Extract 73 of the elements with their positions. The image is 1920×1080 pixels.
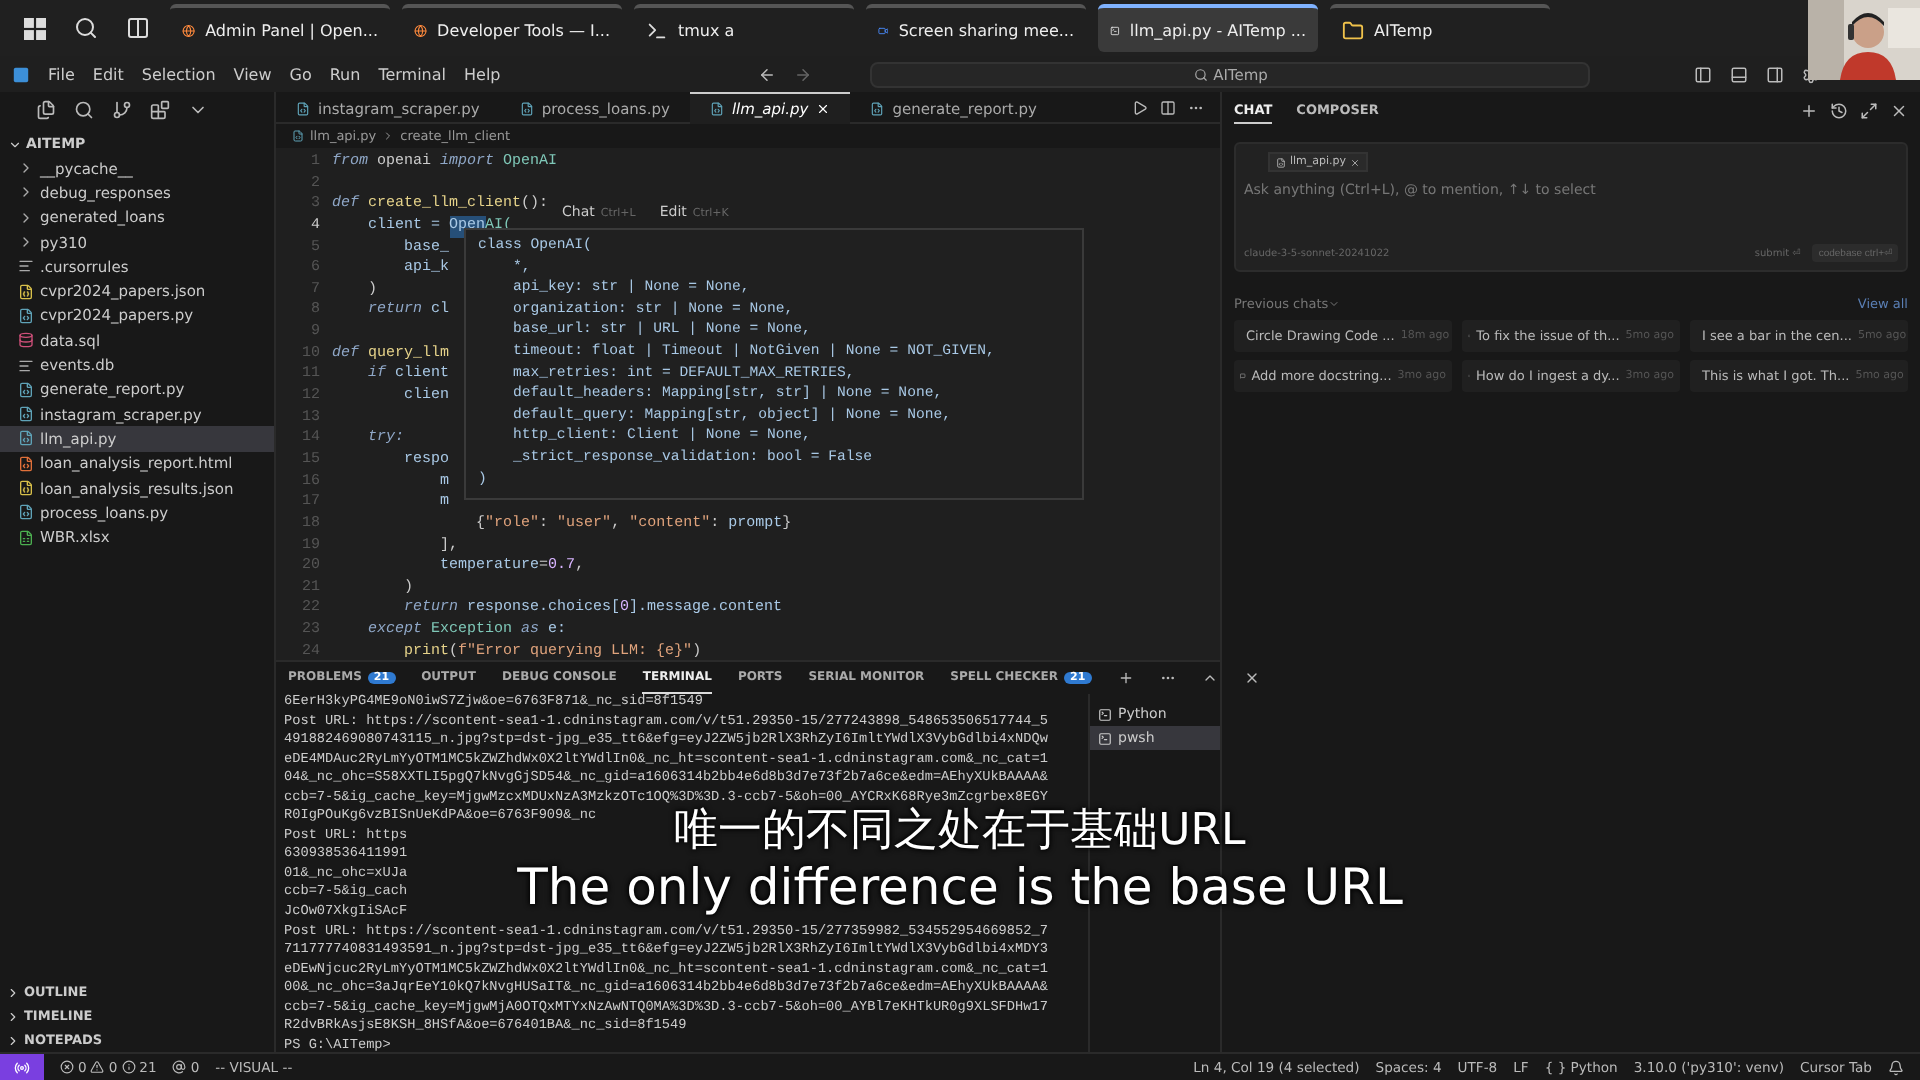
terminal-icon <box>646 19 668 41</box>
run-icon[interactable] <box>1132 99 1148 115</box>
menu-item[interactable]: Edit <box>92 65 124 83</box>
search-icon <box>74 16 98 40</box>
python-file-icon <box>296 101 310 115</box>
taskbar-app[interactable]: Developer Tools — I... <box>402 4 622 52</box>
menu-item[interactable]: File <box>48 65 75 83</box>
python-file-icon <box>18 430 34 447</box>
python-file-icon <box>18 307 34 324</box>
json-file-icon <box>18 480 34 496</box>
folder-icon <box>1342 19 1364 41</box>
sidebar-toggle-icon[interactable] <box>1694 65 1712 83</box>
source-control-icon[interactable] <box>112 100 132 120</box>
subtitle: 唯一的不同之处在于基础URL <box>674 810 1246 854</box>
remote-icon <box>14 1059 30 1075</box>
file-icon <box>1276 157 1286 167</box>
search-icon <box>1193 67 1208 81</box>
subtitle: The only difference is the base URL <box>517 862 1403 912</box>
maximize-icon[interactable] <box>1201 670 1218 686</box>
add-icon[interactable] <box>1117 670 1134 686</box>
taskbar-app[interactable]: Admin Panel | Open... <box>170 4 390 52</box>
app-logo-icon <box>12 65 30 83</box>
python-file-icon <box>292 130 304 142</box>
globe-icon <box>414 19 428 41</box>
menu-item[interactable]: Run <box>329 65 361 83</box>
panel-toggle-icon[interactable] <box>1730 65 1748 83</box>
spreadsheet-icon <box>18 529 34 546</box>
python-file-icon <box>18 406 34 423</box>
database-icon <box>18 332 34 349</box>
menu-item[interactable]: Selection <box>141 65 216 83</box>
windows-logo-icon <box>24 17 46 39</box>
history-icon[interactable] <box>1830 101 1848 119</box>
warning-icon <box>90 1060 105 1074</box>
explorer-icon[interactable] <box>36 100 56 120</box>
close-icon[interactable] <box>1890 101 1908 119</box>
taskbar-app[interactable]: llm_api.py - AITemp ... <box>1098 4 1318 52</box>
json-file-icon <box>18 283 34 300</box>
taskbar-app[interactable]: tmux a <box>634 4 854 52</box>
bell-icon[interactable] <box>1888 1059 1904 1075</box>
add-icon[interactable] <box>1800 101 1818 119</box>
menu-item[interactable]: View <box>233 65 272 83</box>
error-icon <box>60 1060 74 1074</box>
forward-icon[interactable] <box>794 65 813 83</box>
search-icon[interactable] <box>74 100 94 120</box>
menu-item[interactable]: Help <box>464 65 501 83</box>
globe-icon <box>182 19 196 41</box>
html-file-icon <box>18 455 34 472</box>
python-file-icon <box>870 101 885 115</box>
python-file-icon <box>18 381 34 398</box>
back-icon[interactable] <box>758 65 777 83</box>
menu-item[interactable]: Go <box>289 65 312 83</box>
terminal-icon <box>1098 731 1112 745</box>
python-file-icon <box>519 101 534 115</box>
python-file-icon <box>709 101 724 115</box>
columns-icon <box>126 16 150 40</box>
chevron-icon <box>1328 298 1341 310</box>
settings-icon[interactable] <box>1802 65 1820 83</box>
python-file-icon <box>18 504 34 521</box>
info-icon <box>121 1060 136 1074</box>
split-editor-icon[interactable] <box>1160 99 1176 115</box>
terminal-icon <box>1098 707 1112 721</box>
text-file-icon <box>18 258 34 275</box>
maximize-icon[interactable] <box>1860 101 1878 119</box>
close-icon[interactable] <box>1243 670 1260 686</box>
text-file-icon <box>18 357 34 374</box>
extensions-icon[interactable] <box>150 100 170 120</box>
chevron-icon <box>382 130 395 142</box>
taskbar-app[interactable]: Screen sharing mee... <box>866 4 1086 52</box>
secondary-sidebar-icon[interactable] <box>1766 65 1784 83</box>
taskbar-app[interactable]: AITemp <box>1330 4 1550 52</box>
remote-button[interactable] <box>0 1053 44 1080</box>
menu-item[interactable]: Terminal <box>378 65 446 83</box>
ports-icon <box>172 1060 187 1074</box>
